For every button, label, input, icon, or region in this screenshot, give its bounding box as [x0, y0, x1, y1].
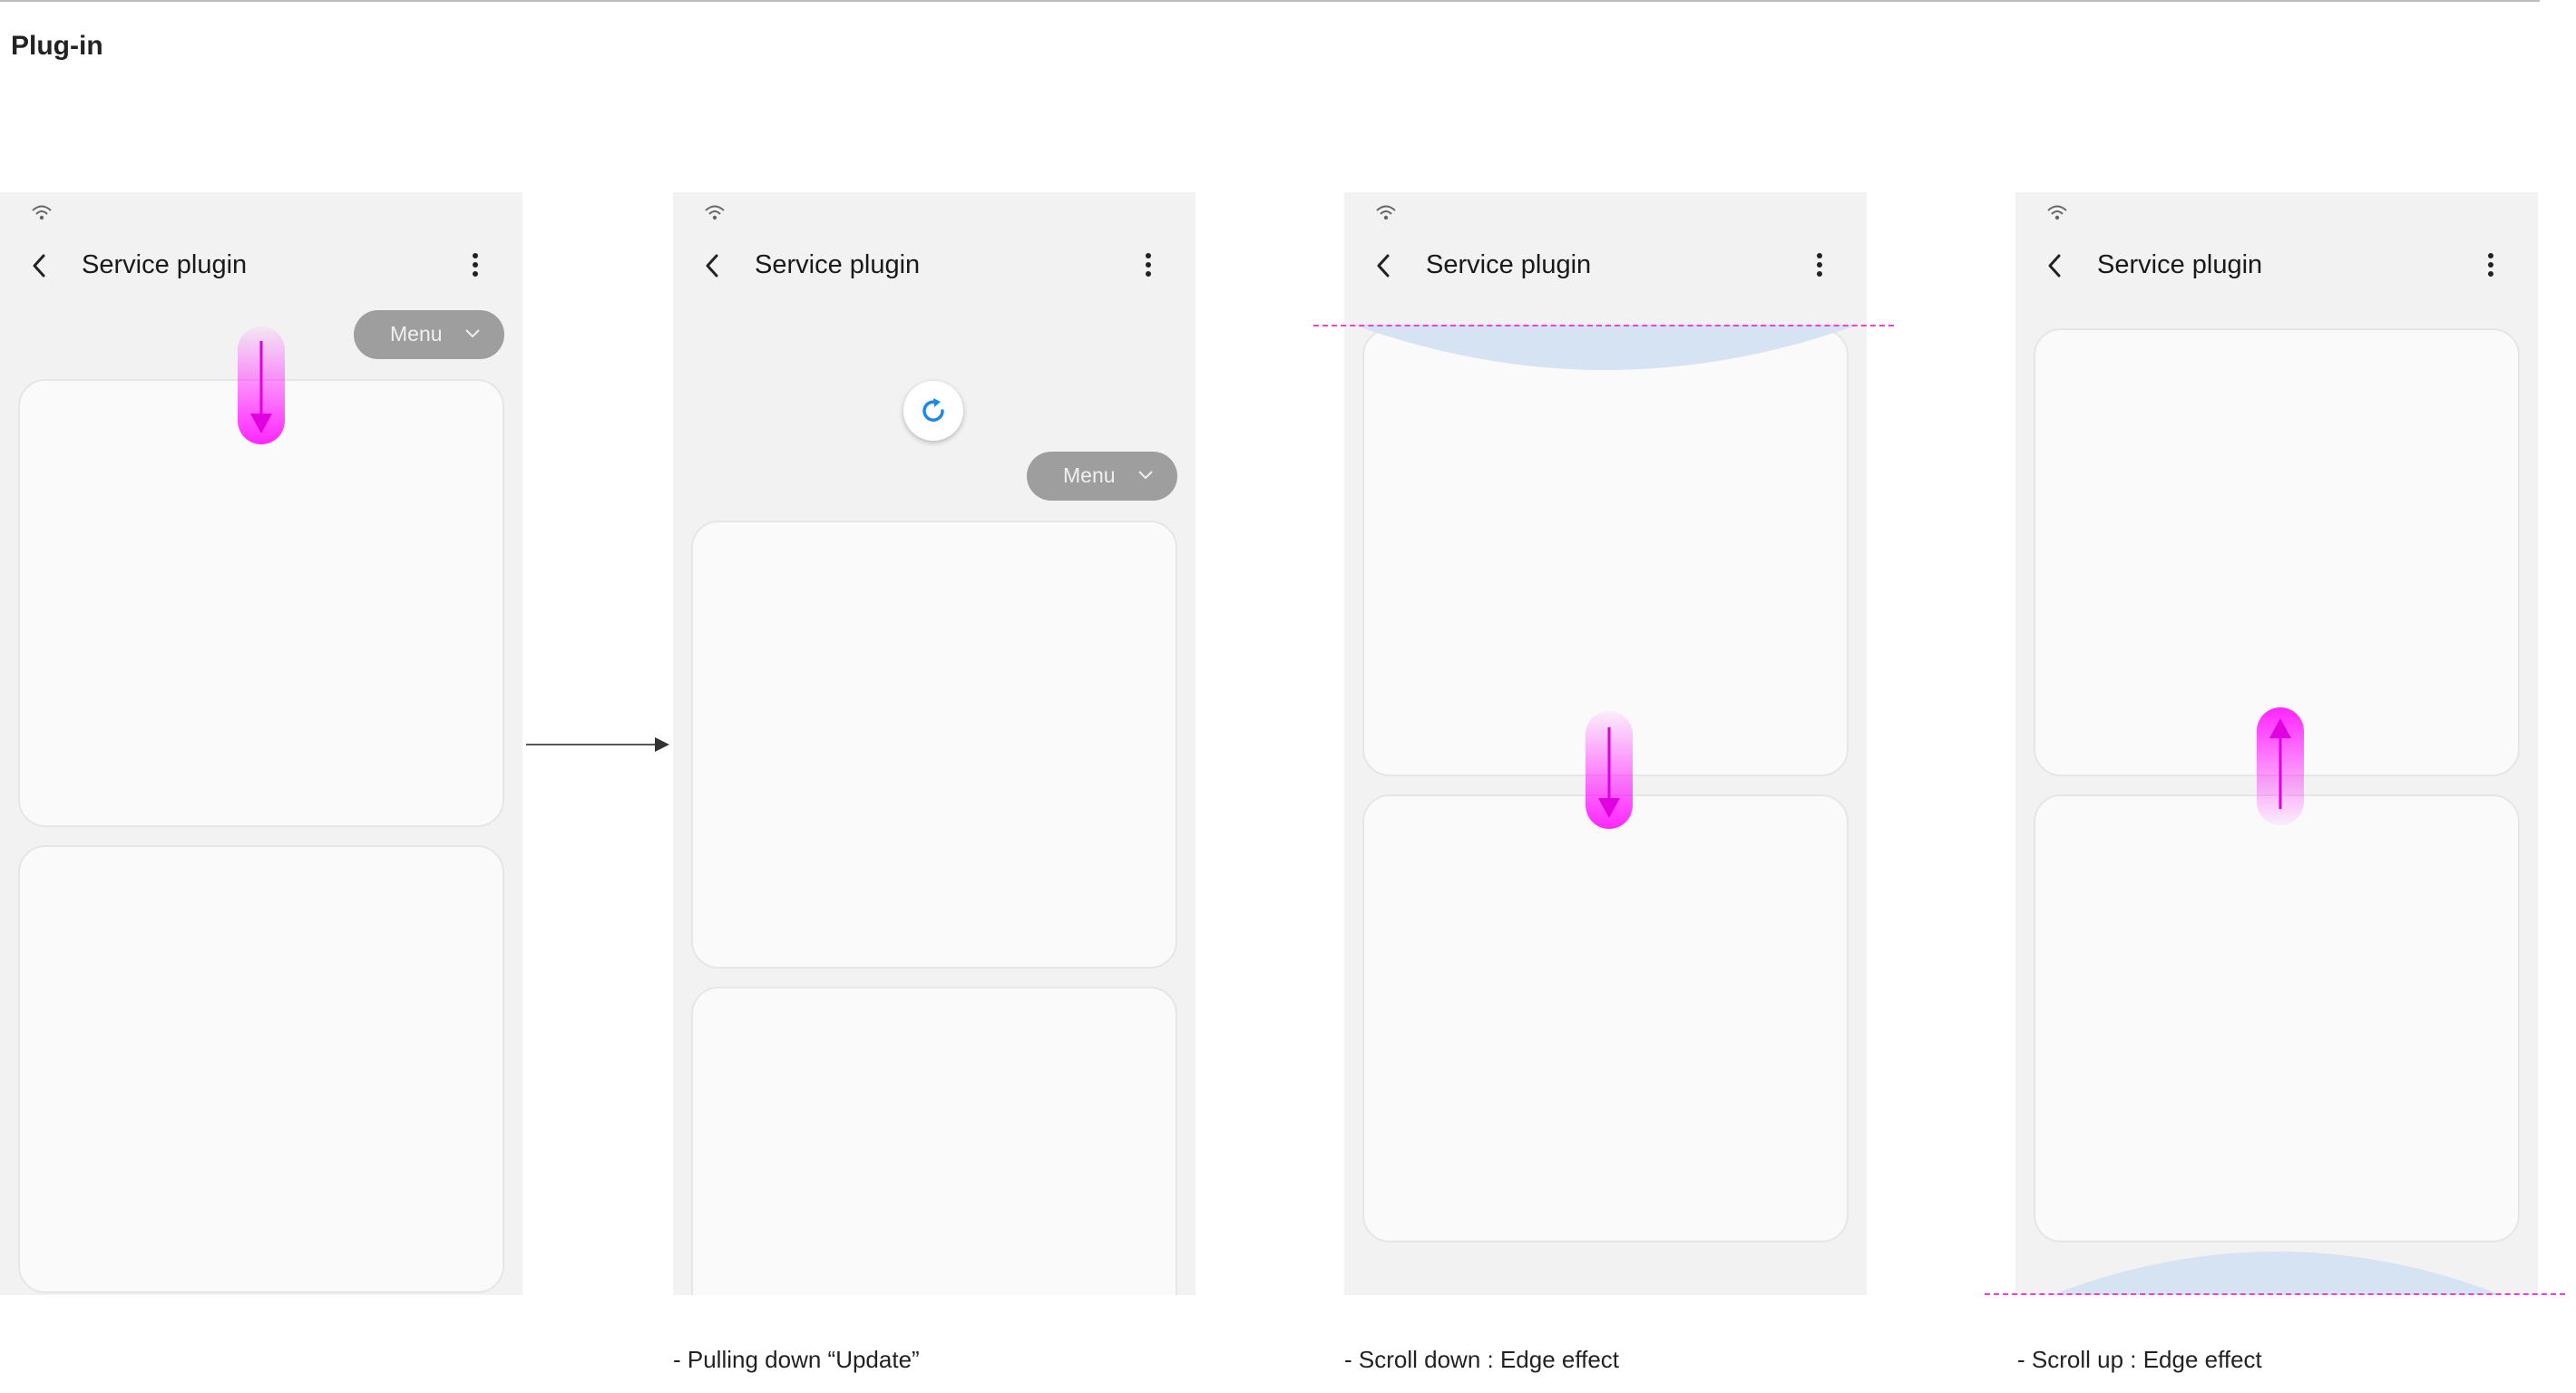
- swipe-up-gesture-icon: [2257, 707, 2304, 825]
- back-arrow-icon[interactable]: [1371, 252, 1397, 279]
- back-arrow-icon[interactable]: [27, 252, 53, 279]
- more-vert-icon[interactable]: [1137, 248, 1159, 281]
- phone-screen-3: Service plugin: [1313, 192, 1894, 1295]
- content-card[interactable]: [1362, 794, 1849, 1242]
- chevron-down-icon: [1138, 471, 1153, 480]
- app-bar-title: Service plugin: [1426, 250, 1592, 279]
- app-bar-title: Service plugin: [82, 250, 248, 279]
- more-vert-icon[interactable]: [1809, 248, 1830, 281]
- flow-arrow-icon: [526, 737, 669, 752]
- app-bar: Service plugin: [0, 236, 522, 294]
- more-vert-icon[interactable]: [464, 248, 486, 281]
- edge-guide-line: [1313, 325, 1894, 326]
- app-bar: Service plugin: [673, 236, 1195, 294]
- refresh-icon: [922, 398, 944, 422]
- content-card[interactable]: [1362, 328, 1849, 776]
- app-bar: Service plugin: [1344, 236, 1867, 294]
- menu-dropdown-button[interactable]: Menu: [354, 310, 504, 359]
- wifi-icon: [705, 205, 725, 220]
- phone-screen-4: Service plugin: [1985, 192, 2565, 1295]
- caption-scroll-down: - Scroll down : Edge effect: [1344, 1346, 1620, 1373]
- pull-refresh-indicator: [903, 381, 963, 441]
- content-card[interactable]: [2034, 794, 2520, 1242]
- caption-scroll-up: - Scroll up : Edge effect: [2017, 1346, 2262, 1373]
- app-bar: Service plugin: [2015, 236, 2538, 294]
- edge-glow-bottom: [2052, 1252, 2502, 1295]
- edge-guide-line: [1985, 1293, 2565, 1295]
- edge-glow-top: [1353, 325, 1858, 370]
- content-card[interactable]: [18, 379, 504, 827]
- caption-pull-update: - Pulling down “Update”: [673, 1346, 920, 1373]
- app-bar-title: Service plugin: [2097, 250, 2263, 279]
- app-bar-title: Service plugin: [755, 250, 921, 279]
- back-arrow-icon[interactable]: [2043, 252, 2068, 279]
- back-arrow-icon[interactable]: [700, 252, 726, 279]
- wifi-icon: [2047, 205, 2067, 220]
- more-vert-icon[interactable]: [2480, 248, 2502, 281]
- content-card[interactable]: [691, 987, 1177, 1295]
- phone-screen-1: Service plugin Menu: [0, 192, 522, 1295]
- phone-screen-2: Service plugin Menu: [673, 192, 1195, 1295]
- chevron-down-icon: [465, 329, 480, 338]
- page-title: Plug-in: [11, 31, 103, 61]
- content-card[interactable]: [18, 845, 504, 1293]
- content-card[interactable]: [691, 521, 1177, 969]
- menu-label: Menu: [1063, 463, 1116, 487]
- wifi-icon: [1376, 205, 1396, 220]
- wifi-icon: [32, 205, 52, 220]
- swipe-down-gesture-icon: [1586, 711, 1633, 829]
- menu-label: Menu: [390, 322, 443, 346]
- top-divider: [0, 0, 2540, 2]
- menu-dropdown-button[interactable]: Menu: [1027, 452, 1177, 501]
- swipe-down-gesture-icon: [238, 326, 285, 444]
